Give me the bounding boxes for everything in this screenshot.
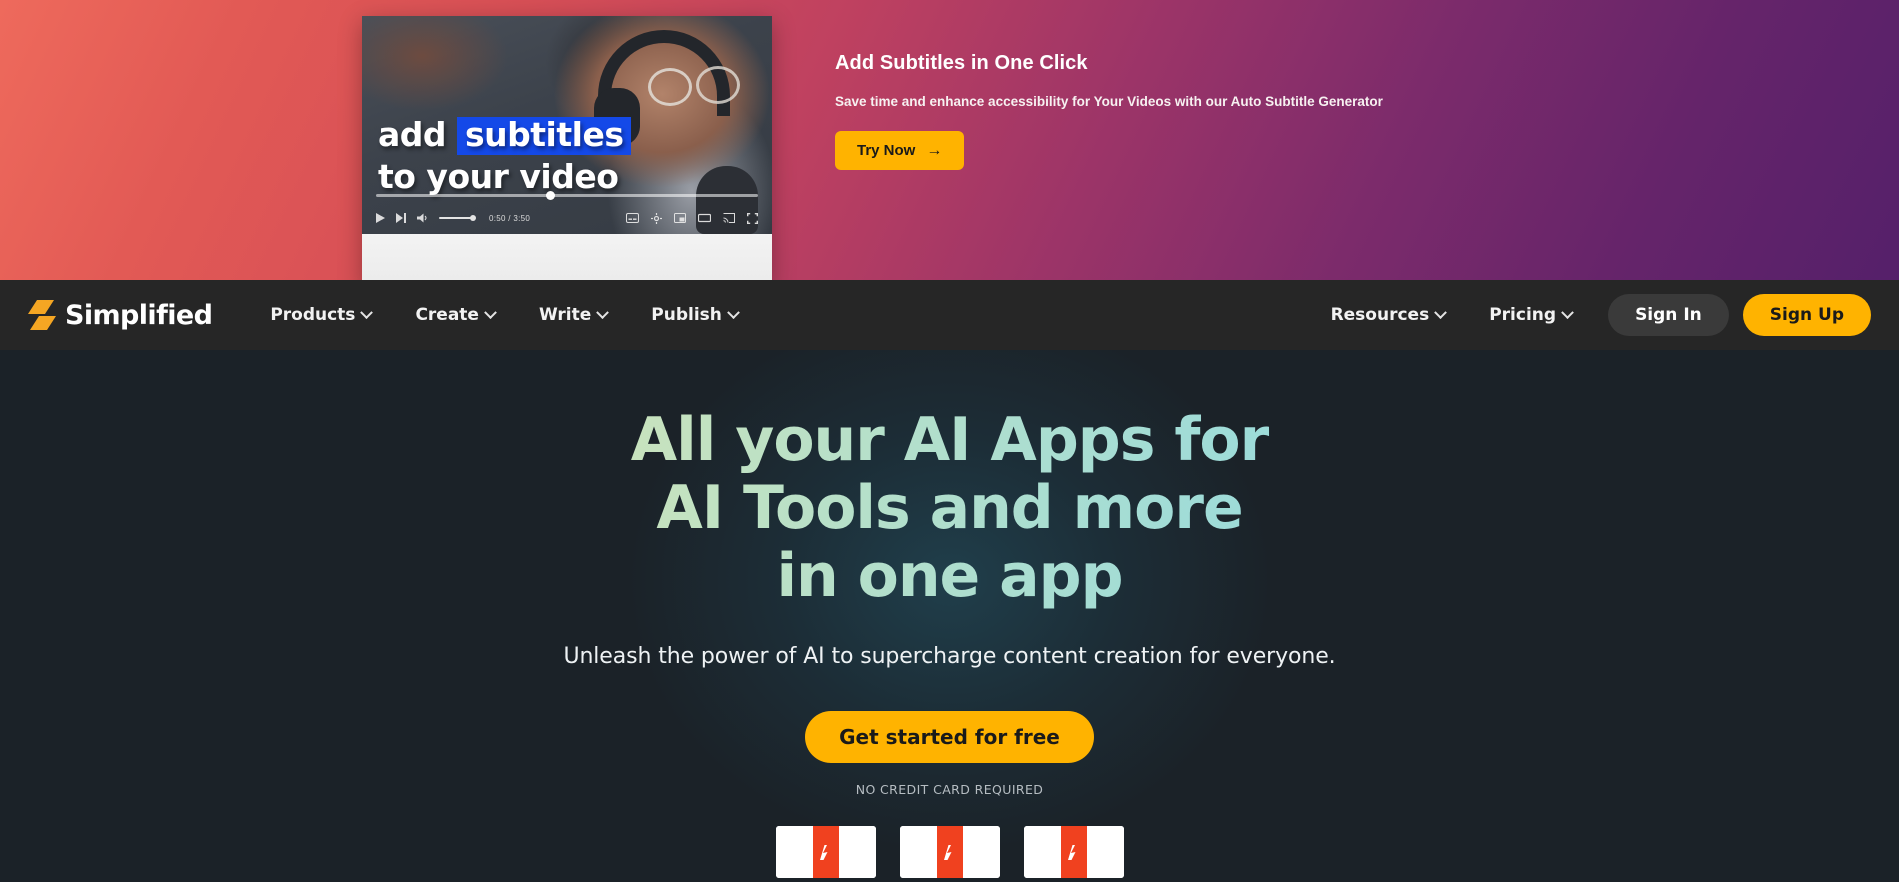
promo-video-card[interactable]: add subtitles to your video 0:50 / 3:50 [362,16,772,280]
badge-left-panel [899,826,937,878]
main-navbar: Simplified Products Create Write Publish… [0,280,1899,350]
no-credit-card-note: NO CREDIT CARD REQUIRED [855,782,1044,797]
review-badge-1[interactable] [775,826,876,878]
hero-heading-line-1: All your AI Apps for [630,405,1269,475]
nav-item-products[interactable]: Products [248,296,393,334]
video-progress-knob[interactable] [546,191,555,200]
chevron-down-icon [1434,305,1448,319]
hero-content: All your AI Apps for AI Tools and more i… [0,350,1899,878]
settings-gear-icon[interactable] [651,212,662,224]
badge-right-panel [1086,826,1124,878]
next-track-icon[interactable] [396,213,406,223]
product-hunt-mark-icon [936,826,963,878]
brand-name: Simplified [65,299,213,331]
chevron-down-icon [727,305,740,319]
promo-title: Add Subtitles in One Click [835,52,1088,74]
nav-item-publish[interactable]: Publish [629,296,760,334]
nav-primary-menu: Products Create Write Publish [248,296,760,334]
video-caption-text: add subtitles to your video [378,114,708,198]
sign-up-button[interactable]: Sign Up [1742,294,1871,336]
nav-item-create[interactable]: Create [393,296,517,334]
eyeglasses-left-lens-icon [648,68,692,106]
nav-item-pricing[interactable]: Pricing [1467,296,1594,334]
badge-left-panel [775,826,813,878]
video-card-footer [362,234,772,280]
badge-left-panel [1023,826,1061,878]
nav-item-create-label: Create [415,305,479,325]
nav-item-publish-label: Publish [651,305,722,325]
hero-section: All your AI Apps for AI Tools and more i… [0,350,1899,882]
theater-mode-icon[interactable] [698,213,711,223]
promo-subtitle: Save time and enhance accessibility for … [835,94,1383,109]
nav-secondary-menu: Resources Pricing Sign In Sign Up [1309,294,1871,336]
nav-item-products-label: Products [270,305,356,325]
hero-subheading: Unleash the power of AI to supercharge c… [563,644,1336,669]
hero-heading-line-2: AI Tools and more [656,473,1243,543]
nav-item-write-label: Write [538,305,592,325]
nav-item-resources-label: Resources [1330,305,1430,325]
review-badge-3[interactable] [1023,826,1124,878]
arrow-right-icon: → [926,141,943,159]
chevron-down-icon [1561,305,1574,319]
video-controls-left: 0:50 / 3:50 [376,213,530,223]
review-badges-row [0,826,1899,878]
badge-right-panel [838,826,876,878]
try-now-label: Try Now [857,142,916,159]
play-icon[interactable] [376,213,385,223]
nav-item-pricing-label: Pricing [1489,305,1557,325]
get-started-button[interactable]: Get started for free [805,711,1094,763]
review-badge-2[interactable] [899,826,1000,878]
simplified-bolt-icon [28,300,56,330]
closed-captions-icon[interactable] [626,213,639,223]
product-hunt-mark-icon [812,826,839,878]
video-thumbnail[interactable]: add subtitles to your video 0:50 / 3:50 [362,16,772,234]
video-controls-right [626,212,758,224]
video-caption-highlight: subtitles [457,117,632,155]
video-progress-bar[interactable] [376,191,758,200]
nav-item-resources[interactable]: Resources [1309,296,1468,334]
video-time-display: 0:50 / 3:50 [489,213,531,223]
nav-item-write[interactable]: Write [517,296,629,334]
brand-logo[interactable]: Simplified [28,299,213,331]
hero-heading: All your AI Apps for AI Tools and more i… [0,406,1899,610]
hero-heading-line-3: in one app [776,541,1123,611]
product-hunt-mark-icon [1060,826,1087,878]
eyeglasses-right-lens-icon [696,66,740,104]
chevron-down-icon [596,305,610,319]
badge-right-panel [962,826,1000,878]
video-controls-row: 0:50 / 3:50 [376,208,758,228]
cast-icon[interactable] [723,213,735,223]
video-player-controls[interactable]: 0:50 / 3:50 [362,188,772,234]
miniplayer-icon[interactable] [674,213,686,223]
try-now-button[interactable]: Try Now → [835,131,965,170]
volume-slider[interactable] [439,215,476,221]
chevron-down-icon [360,305,374,319]
sign-in-button[interactable]: Sign In [1608,294,1729,336]
promo-banner-inner: add subtitles to your video 0:50 / 3:50 … [0,0,1899,280]
volume-icon[interactable] [417,213,428,223]
promo-banner: add subtitles to your video 0:50 / 3:50 … [0,0,1899,280]
promo-text-block: Add Subtitles in One Click Save time and… [835,52,1535,170]
fullscreen-icon[interactable] [747,212,758,224]
chevron-down-icon [484,305,497,319]
video-caption-word-add: add [378,115,447,154]
